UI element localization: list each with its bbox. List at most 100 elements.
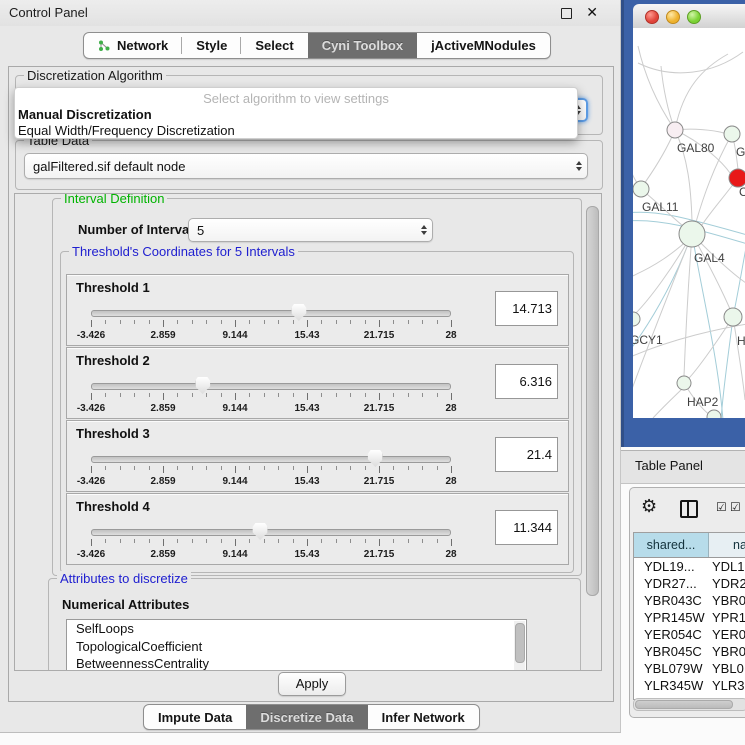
threshold-2-panel: Threshold 2 -3.4262.8599.14415.4321.7152… — [66, 347, 569, 419]
threshold-4-value-field[interactable]: 11.344 — [495, 510, 558, 545]
network-node[interactable] — [724, 308, 742, 326]
slider-track[interactable] — [91, 456, 451, 463]
table-row[interactable]: YBR043CYBR0 — [634, 592, 745, 609]
table-row[interactable]: YDL19...YDL1 — [634, 558, 745, 575]
threshold-2-value-field[interactable]: 6.316 — [495, 364, 558, 399]
tab-impute-data-label: Impute Data — [158, 710, 232, 725]
tab-discretize-data[interactable]: Discretize Data — [246, 705, 367, 729]
slider-thumb[interactable] — [195, 377, 210, 394]
tick-label: -3.426 — [77, 549, 105, 560]
network-node[interactable] — [679, 221, 705, 247]
slider-track[interactable] — [91, 310, 451, 317]
control-panel-window: Control Panel ✕ Network Style Select Cyn… — [0, 0, 621, 733]
attribute-list-item[interactable]: SelfLoops — [67, 620, 526, 638]
cell-shared-name[interactable]: YDR27... — [634, 575, 708, 592]
attributes-list-scrollbar-thumb[interactable] — [515, 623, 525, 663]
threshold-1-slider: -3.4262.8599.14415.4321.71528 — [91, 307, 451, 341]
node-table: shared... na YDL19...YDL1YDR27...YDR2YBR… — [633, 532, 745, 700]
number-of-intervals-label: Number of Intervals — [78, 222, 200, 237]
cell-name[interactable]: YBR0 — [708, 643, 745, 660]
tab-network[interactable]: Network — [84, 33, 182, 58]
discretization-algorithm-group-label: Discretization Algorithm — [24, 68, 166, 83]
table-row[interactable]: YPR145WYPR1 — [634, 609, 745, 626]
select-columns-icon[interactable]: ☑ — [716, 501, 727, 513]
tab-infer-network[interactable]: Infer Network — [368, 705, 479, 729]
tab-impute-data[interactable]: Impute Data — [144, 705, 246, 729]
attributes-list-scrollbar — [514, 621, 525, 671]
attribute-list-item[interactable]: TopologicalCoefficient — [67, 638, 526, 656]
cell-name[interactable]: YDL1 — [708, 558, 745, 575]
network-node-label: HAP2 — [687, 395, 719, 409]
cell-name[interactable]: YBR0 — [708, 592, 745, 609]
select-all-columns-icon[interactable]: ☑ — [730, 501, 741, 513]
close-traffic-light-icon[interactable] — [645, 10, 659, 24]
table-row[interactable]: YDR27...YDR2 — [634, 575, 745, 592]
cell-name[interactable]: YLR3 — [708, 677, 745, 694]
slider-thumb[interactable] — [253, 523, 268, 540]
network-node[interactable] — [677, 376, 691, 390]
attributes-group-label: Attributes to discretize — [57, 571, 191, 586]
tab-style-label: Style — [196, 38, 227, 53]
attribute-list-item[interactable]: BetweennessCentrality — [67, 655, 526, 671]
network-node[interactable] — [667, 122, 683, 138]
table-body: YDL19...YDL1YDR27...YDR2YBR043CYBR0YPR14… — [634, 558, 745, 700]
network-node[interactable] — [724, 126, 740, 142]
tab-jactivemnodules[interactable]: jActiveMNodules — [417, 33, 550, 58]
cell-name[interactable]: YER0 — [708, 626, 745, 643]
column-header-name[interactable]: na — [709, 533, 745, 557]
slider-tick-labels: -3.4262.8599.14415.4321.71528 — [91, 403, 451, 414]
slider-thumb[interactable] — [368, 450, 383, 467]
network-canvas[interactable]: GAL80GCGAL11GAL4GCY1HHAP2 — [633, 28, 745, 418]
cell-name[interactable]: YPR1 — [708, 609, 745, 626]
cell-shared-name[interactable]: YPR145W — [634, 609, 708, 626]
slider-track[interactable] — [91, 529, 451, 536]
tab-style[interactable]: Style — [182, 33, 241, 58]
table-row[interactable]: YBL079WYBL0 — [634, 660, 745, 677]
network-node[interactable] — [633, 181, 649, 197]
number-of-intervals-spinner[interactable]: 5 — [188, 218, 433, 242]
cell-shared-name[interactable]: YDL19... — [634, 558, 708, 575]
cell-shared-name[interactable]: YLR345W — [634, 677, 708, 694]
threshold-2-slider: -3.4262.8599.14415.4321.71528 — [91, 380, 451, 414]
cell-name[interactable]: YDR2 — [708, 575, 745, 592]
close-icon[interactable]: ✕ — [586, 4, 598, 21]
minimize-traffic-light-icon[interactable] — [666, 10, 680, 24]
threshold-1-value-field[interactable]: 14.713 — [495, 291, 558, 326]
slider-thumb[interactable] — [291, 304, 306, 321]
algorithm-option-manual[interactable]: Manual Discretization — [15, 106, 577, 122]
table-hscrollbar-thumb[interactable] — [635, 700, 733, 709]
apply-button[interactable]: Apply — [278, 672, 346, 696]
network-window-titlebar[interactable] — [633, 4, 745, 29]
cell-shared-name[interactable]: YBL079W — [634, 660, 708, 677]
column-header-shared-name[interactable]: shared... — [634, 533, 709, 557]
table-row[interactable]: YER054CYER0 — [634, 626, 745, 643]
tick-label: 28 — [445, 549, 456, 560]
tab-cyni-toolbox[interactable]: Cyni Toolbox — [308, 33, 417, 58]
cell-shared-name[interactable]: YER054C — [634, 626, 708, 643]
tick-label: -3.426 — [77, 476, 105, 487]
network-view-window: GAL80GCGAL11GAL4GCY1HHAP2 — [621, 0, 745, 447]
tab-select[interactable]: Select — [241, 33, 307, 58]
float-window-icon[interactable] — [561, 8, 572, 19]
settings-scrollbar-thumb[interactable] — [586, 206, 599, 596]
gear-icon[interactable]: ⚙ — [641, 496, 657, 517]
table-row[interactable]: YLR345WYLR3 — [634, 677, 745, 694]
threshold-3-value-field[interactable]: 21.4 — [495, 437, 558, 472]
algorithm-option-equal-width[interactable]: Equal Width/Frequency Discretization — [15, 122, 577, 138]
network-node-label: GAL80 — [677, 141, 715, 155]
numerical-attributes-label: Numerical Attributes — [62, 597, 189, 612]
network-node-label: GAL4 — [694, 251, 725, 265]
split-columns-icon[interactable] — [680, 500, 698, 518]
cell-name[interactable]: YBL0 — [708, 660, 745, 677]
table-data-combobox[interactable]: galFiltered.sif default node — [24, 153, 588, 179]
network-node[interactable] — [633, 312, 640, 326]
tick-label: 9.144 — [222, 476, 247, 487]
cell-shared-name[interactable]: YBR045C — [634, 643, 708, 660]
table-row[interactable]: YBR045CYBR0 — [634, 643, 745, 660]
slider-track[interactable] — [91, 383, 451, 390]
zoom-traffic-light-icon[interactable] — [687, 10, 701, 24]
interval-definition-group: Interval Definition Number of Intervals … — [52, 198, 582, 576]
control-panel-tabbar: Network Style Select Cyni Toolbox jActiv… — [83, 32, 551, 59]
cell-shared-name[interactable]: YBR043C — [634, 592, 708, 609]
network-node[interactable] — [707, 410, 721, 418]
